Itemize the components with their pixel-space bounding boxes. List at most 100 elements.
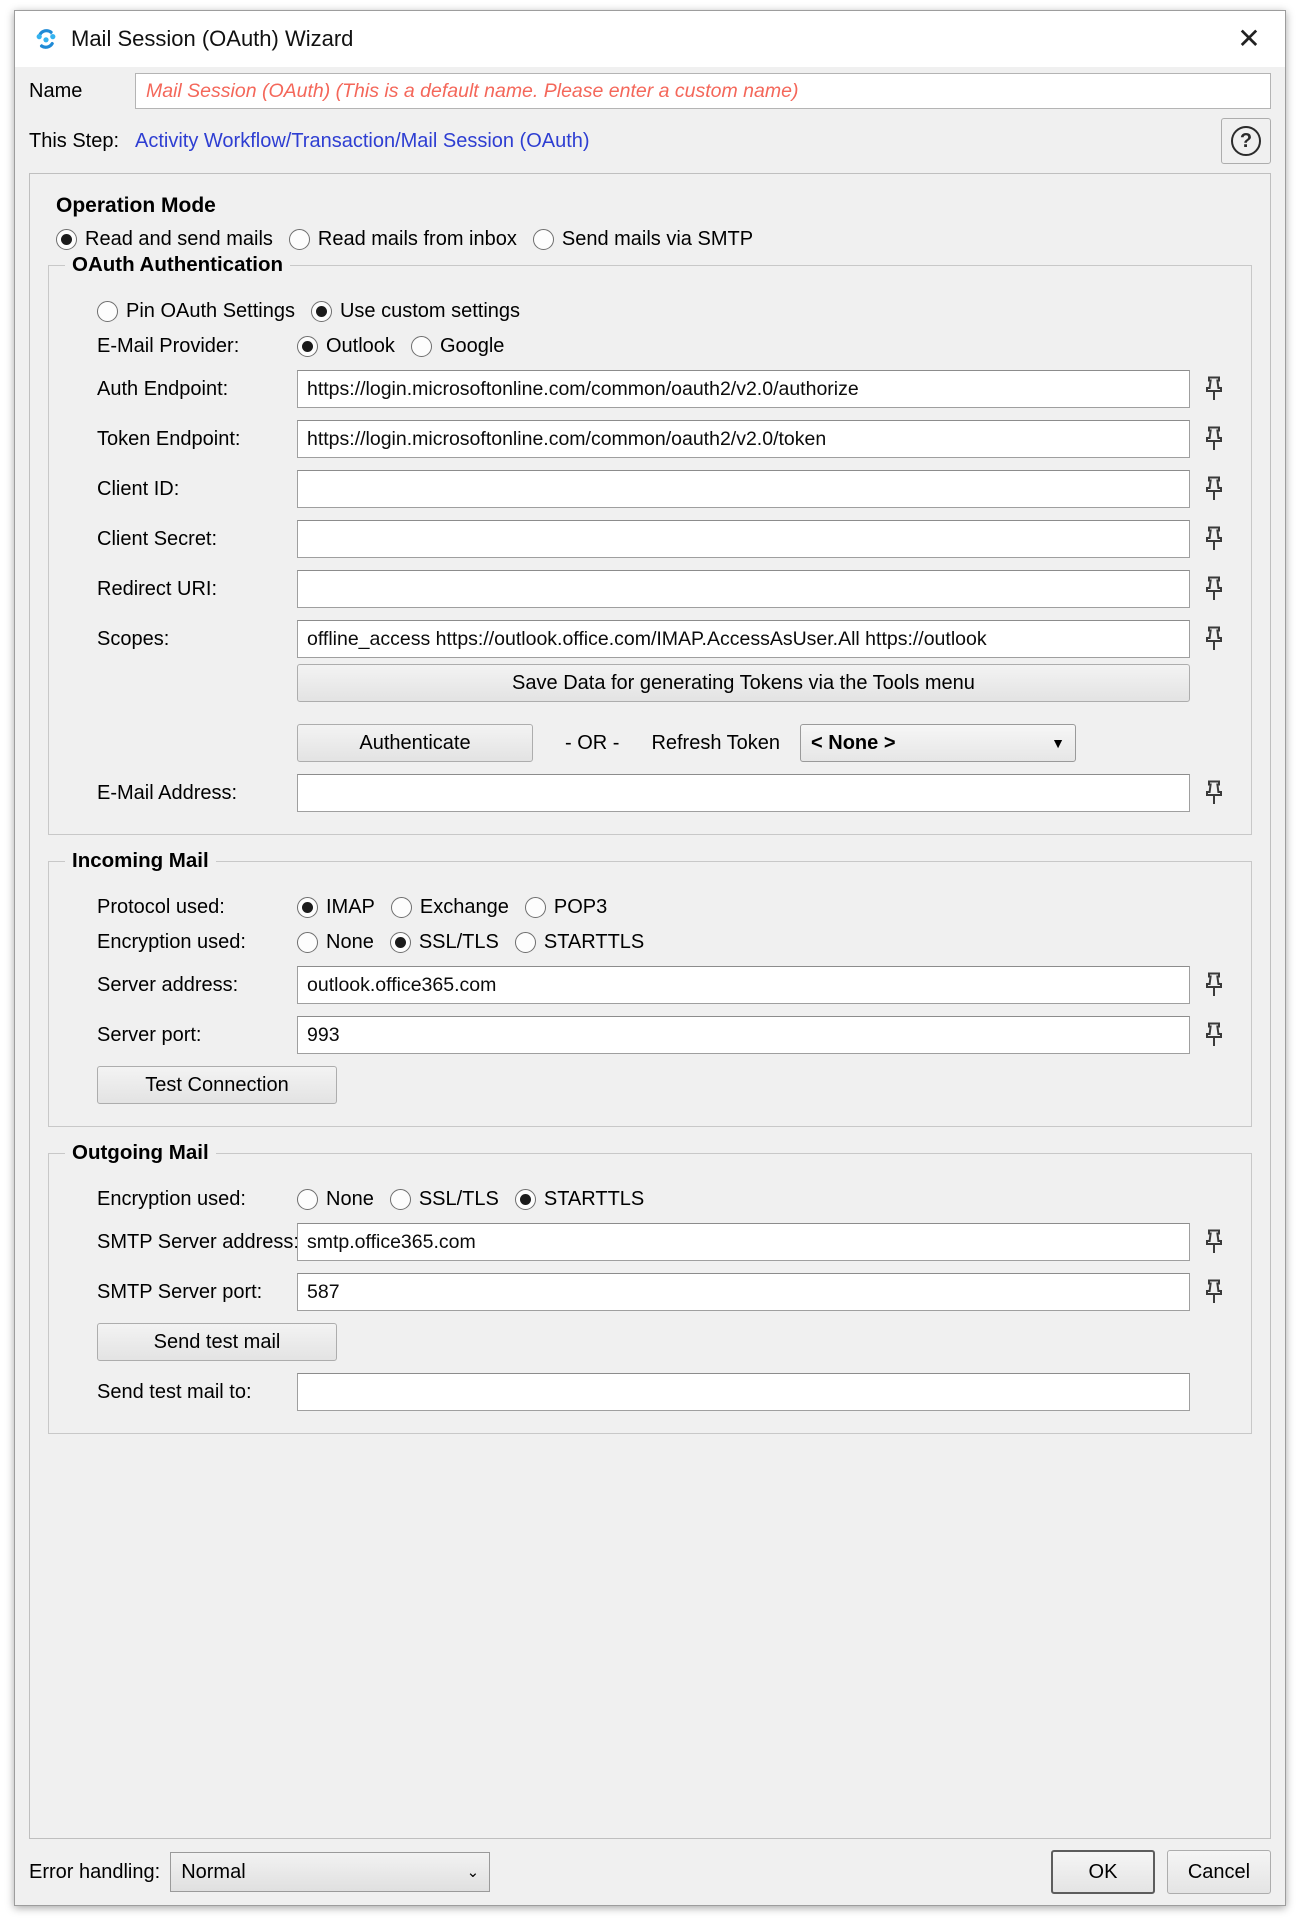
authenticate-button[interactable]: Authenticate bbox=[297, 724, 533, 762]
radio-send-mails-via-smtp[interactable]: Send mails via SMTP bbox=[532, 228, 753, 251]
refresh-token-dropdown[interactable]: < None > ▼ bbox=[800, 724, 1077, 762]
email-address-row: E-Mail Address: bbox=[97, 774, 1231, 812]
radio-indicator bbox=[297, 1189, 318, 1210]
radio-protocol-pop3[interactable]: POP3 bbox=[524, 896, 607, 919]
send-test-mail-button[interactable]: Send test mail bbox=[97, 1323, 337, 1361]
radio-incoming-encryption-none[interactable]: None bbox=[297, 931, 374, 954]
radio-label: STARTTLS bbox=[543, 931, 645, 953]
pin-icon[interactable] bbox=[1197, 1018, 1231, 1052]
outgoing-encryption-row: Encryption used: None SSL/TLS STARTTLS bbox=[97, 1188, 1231, 1211]
mail-session-oauth-wizard-dialog: Mail Session (OAuth) Wizard ✕ Name Mail … bbox=[14, 10, 1286, 1906]
save-data-row: Save Data for generating Tokens via the … bbox=[97, 664, 1231, 702]
token-endpoint-input[interactable]: https://login.microsoftonline.com/common… bbox=[297, 420, 1190, 458]
scopes-input[interactable]: offline_access https://outlook.office.co… bbox=[297, 620, 1190, 658]
outgoing-mail-legend: Outgoing Mail bbox=[65, 1141, 216, 1165]
pin-icon[interactable] bbox=[1197, 1225, 1231, 1259]
radio-incoming-encryption-ssltls[interactable]: SSL/TLS bbox=[389, 931, 499, 954]
radio-label: None bbox=[326, 931, 374, 953]
redirect-uri-input[interactable] bbox=[297, 570, 1190, 608]
pin-icon[interactable] bbox=[1197, 522, 1231, 556]
client-id-input[interactable] bbox=[297, 470, 1190, 508]
email-address-label: E-Mail Address: bbox=[97, 781, 238, 804]
radio-indicator bbox=[389, 932, 411, 953]
cancel-button[interactable]: Cancel bbox=[1167, 1850, 1271, 1894]
smtp-server-address-input[interactable]: smtp.office365.com bbox=[297, 1223, 1190, 1261]
server-port-label: Server port: bbox=[97, 1023, 202, 1046]
pin-icon[interactable] bbox=[1197, 1275, 1231, 1309]
radio-use-custom-settings[interactable]: Use custom settings bbox=[310, 300, 520, 323]
email-provider-label: E-Mail Provider: bbox=[97, 335, 240, 357]
token-endpoint-row: Token Endpoint: https://login.microsofto… bbox=[97, 420, 1231, 458]
radio-indicator bbox=[514, 1189, 536, 1210]
smtp-server-port-row: SMTP Server port: 587 bbox=[97, 1273, 1231, 1311]
radio-provider-google[interactable]: Google bbox=[410, 335, 505, 358]
radio-indicator bbox=[310, 301, 332, 322]
pin-icon[interactable] bbox=[1197, 776, 1231, 810]
refresh-token-value: < None > bbox=[811, 731, 896, 754]
question-mark-icon: ? bbox=[1231, 126, 1261, 156]
pin-icon[interactable] bbox=[1197, 472, 1231, 506]
outgoing-mail-group: Outgoing Mail Encryption used: None SSL/… bbox=[48, 1141, 1252, 1434]
save-data-button[interactable]: Save Data for generating Tokens via the … bbox=[297, 664, 1190, 702]
radio-incoming-encryption-starttls[interactable]: STARTTLS bbox=[514, 931, 645, 954]
radio-label: Google bbox=[439, 335, 505, 357]
ok-button[interactable]: OK bbox=[1051, 1850, 1155, 1894]
radio-provider-outlook[interactable]: Outlook bbox=[297, 335, 395, 358]
radio-label: Read mails from inbox bbox=[317, 228, 517, 250]
radio-indicator bbox=[56, 229, 77, 250]
radio-indicator bbox=[514, 932, 536, 953]
radio-outgoing-encryption-ssltls[interactable]: SSL/TLS bbox=[389, 1188, 499, 1211]
radio-pin-oauth-settings[interactable]: Pin OAuth Settings bbox=[97, 300, 295, 323]
settings-panel: Operation Mode Read and send mails Read … bbox=[29, 173, 1271, 1839]
radio-indicator bbox=[389, 1189, 411, 1210]
smtp-server-address-label: SMTP Server address: bbox=[97, 1230, 299, 1253]
client-secret-input[interactable] bbox=[297, 520, 1190, 558]
test-connection-row: Test Connection bbox=[97, 1066, 1231, 1104]
close-icon[interactable]: ✕ bbox=[1227, 19, 1271, 59]
radio-indicator bbox=[390, 897, 412, 918]
chevron-down-icon: ⌄ bbox=[466, 1864, 480, 1881]
help-button[interactable]: ? bbox=[1221, 118, 1271, 164]
name-row: Name Mail Session (OAuth) (This is a def… bbox=[29, 67, 1271, 115]
server-port-input[interactable]: 993 bbox=[297, 1016, 1190, 1054]
name-label: Name bbox=[29, 79, 83, 102]
radio-label: STARTTLS bbox=[543, 1188, 645, 1210]
email-address-input[interactable] bbox=[297, 774, 1190, 812]
radio-protocol-imap[interactable]: IMAP bbox=[297, 896, 375, 919]
server-address-input[interactable]: outlook.office365.com bbox=[297, 966, 1190, 1004]
name-input[interactable]: Mail Session (OAuth) (This is a default … bbox=[135, 73, 1271, 109]
radio-indicator bbox=[297, 932, 318, 953]
incoming-encryption-label: Encryption used: bbox=[97, 931, 246, 953]
client-secret-label: Client Secret: bbox=[97, 527, 218, 550]
auth-endpoint-input[interactable]: https://login.microsoftonline.com/common… bbox=[297, 370, 1190, 408]
scopes-row: Scopes: offline_access https://outlook.o… bbox=[97, 620, 1231, 658]
radio-read-mails-from-inbox[interactable]: Read mails from inbox bbox=[288, 228, 517, 251]
radio-outgoing-encryption-none[interactable]: None bbox=[297, 1188, 374, 1211]
this-step-breadcrumb-link[interactable]: Activity Workflow/Transaction/Mail Sessi… bbox=[135, 130, 1221, 153]
radio-protocol-exchange[interactable]: Exchange bbox=[390, 896, 509, 919]
radio-outgoing-encryption-starttls[interactable]: STARTTLS bbox=[514, 1188, 645, 1211]
server-address-row: Server address: outlook.office365.com bbox=[97, 966, 1231, 1004]
radio-indicator bbox=[288, 229, 310, 250]
radio-label: SSL/TLS bbox=[418, 931, 499, 953]
incoming-mail-legend: Incoming Mail bbox=[65, 849, 216, 873]
refresh-token-label: Refresh Token bbox=[651, 731, 781, 754]
email-provider-row: E-Mail Provider: Outlook Google bbox=[97, 335, 1231, 358]
radio-label: Exchange bbox=[419, 896, 509, 918]
error-handling-dropdown[interactable]: Normal ⌄ bbox=[170, 1852, 491, 1892]
chevron-down-icon: ▼ bbox=[1051, 735, 1066, 751]
radio-label: IMAP bbox=[326, 896, 375, 918]
smtp-server-port-input[interactable]: 587 bbox=[297, 1273, 1190, 1311]
pin-icon[interactable] bbox=[1197, 572, 1231, 606]
pin-icon[interactable] bbox=[1197, 372, 1231, 406]
pin-icon[interactable] bbox=[1197, 622, 1231, 656]
send-test-mail-to-input[interactable] bbox=[297, 1373, 1190, 1411]
pin-icon[interactable] bbox=[1197, 968, 1231, 1002]
radio-read-and-send-mails[interactable]: Read and send mails bbox=[56, 228, 273, 251]
server-port-row: Server port: 993 bbox=[97, 1016, 1231, 1054]
incoming-mail-group: Incoming Mail Protocol used: IMAP Exchan… bbox=[48, 849, 1252, 1127]
title-bar: Mail Session (OAuth) Wizard ✕ bbox=[15, 11, 1285, 67]
radio-label: Pin OAuth Settings bbox=[126, 300, 295, 322]
test-connection-button[interactable]: Test Connection bbox=[97, 1066, 337, 1104]
pin-icon[interactable] bbox=[1197, 422, 1231, 456]
